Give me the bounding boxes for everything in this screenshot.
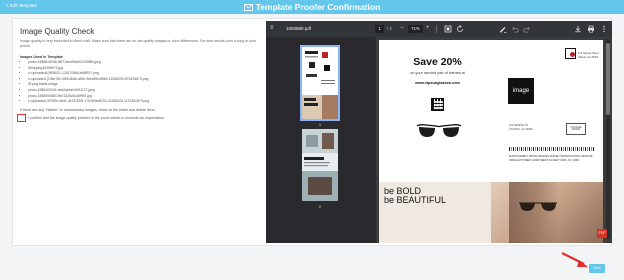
viewer-scrollbar[interactable] — [606, 39, 610, 239]
model-sunglasses-image — [519, 202, 557, 211]
thumbnail-label-1: 1 — [318, 122, 322, 127]
toolbar-divider — [436, 25, 437, 33]
scrollbar-thumb[interactable] — [606, 43, 610, 115]
confirm-checkbox[interactable] — [17, 113, 26, 122]
undo-icon[interactable] — [511, 25, 519, 33]
thumbnail-label-2: 2 — [318, 204, 322, 209]
bold-banner: be BOLD be BEAUTIFUL — [379, 182, 603, 243]
main-card: Image Quality Check Image quality is ver… — [12, 18, 612, 246]
page-thumbnail-1[interactable] — [300, 45, 340, 121]
page-thumbnail-1-preview — [302, 47, 338, 119]
image-placeholder-label: image — [512, 88, 530, 94]
redo-icon[interactable] — [523, 25, 531, 33]
model-photo-shade — [509, 182, 559, 243]
return-address: 123 Sample Street Atlanta, GA 30303 — [578, 52, 599, 59]
pdf-viewer: ≡ 1003580.pdf 1 / 2 − 71% + 1 2 Save 20%… — [266, 21, 612, 243]
app-root: < Edit Template Template Proofer Confirm… — [0, 0, 624, 280]
mailer-address: 123 SAMPLE ST ATLANTA, GA 30303 — [509, 124, 533, 131]
mailer-panel: 123 Sample Street Atlanta, GA 30303 imag… — [496, 40, 603, 182]
page-title: Image Quality Check — [20, 27, 95, 36]
confirm-label: I confirm that the image quality present… — [28, 115, 165, 120]
page-number-input[interactable]: 1 — [375, 25, 384, 33]
page-header-title: Template Proofer Confirmation — [255, 2, 381, 12]
image-list: photo-1556818238-0f6716ec96eb0243f388.jp… — [20, 60, 260, 104]
qr-code-icon — [431, 98, 444, 111]
quality-check-panel: Image Quality Check Image quality is ver… — [17, 27, 260, 123]
page-total: / 2 — [387, 26, 392, 31]
qr-pattern — [434, 101, 443, 110]
promo-panel: Save 20% on your second pair of frames a… — [379, 40, 496, 182]
postage-indicia: POSTAGE INDICIA — [566, 123, 586, 135]
zoom-input[interactable]: 71% — [408, 25, 423, 33]
pdf-badge-icon: PDF — [597, 229, 607, 238]
red-arrow-icon — [561, 252, 588, 267]
header-title-wrap: Template Proofer Confirmation — [0, 2, 624, 12]
confirm-row: I confirm that the image quality present… — [17, 113, 260, 123]
page-thumbnail-2[interactable] — [302, 129, 338, 201]
list-item: c=uploaded-3f75f3e-dbd1-4e78-82f5-1753b0… — [28, 99, 260, 105]
menu-icon[interactable]: ≡ — [270, 25, 278, 31]
pdf-filename: 1003580.pdf — [286, 26, 312, 31]
download-icon[interactable] — [574, 25, 582, 33]
pdf-toolbar: ≡ 1003580.pdf 1 / 2 − 71% + — [266, 21, 612, 37]
promo-headline: Save 20% — [413, 56, 462, 68]
print-icon[interactable] — [587, 25, 595, 33]
images-heading: Images Used In Template — [20, 55, 63, 60]
header-bar: < Edit Template Template Proofer Confirm… — [0, 0, 624, 14]
rotate-icon[interactable] — [456, 25, 464, 33]
brand-logo-icon — [565, 48, 576, 59]
annotate-icon[interactable] — [499, 25, 507, 33]
image-placeholder: image — [508, 78, 534, 104]
intro-text: Image quality is very important in direc… — [20, 39, 257, 49]
sunglasses-image — [416, 124, 462, 137]
zoom-out-button[interactable]: − — [400, 25, 404, 31]
page-thumbnail-2-preview — [302, 129, 338, 201]
template-icon — [243, 3, 253, 11]
pdf-page-preview: Save 20% on your second pair of frames a… — [379, 40, 603, 243]
promo-subline: on your second pair of frames at — [410, 71, 465, 75]
more-options-icon[interactable] — [600, 25, 608, 33]
fit-page-icon[interactable] — [444, 25, 452, 33]
recipient-address: MONTGOMERY SMITH HASKINS UNITED STATES P… — [509, 155, 593, 162]
tagline-line-2: be BEAUTIFUL — [384, 195, 447, 206]
bold-tagline: be BOLD be BEAUTIFUL — [384, 186, 447, 206]
zoom-in-button[interactable]: + — [426, 25, 430, 31]
thumbnail-sidebar: 1 2 — [266, 37, 376, 243]
barcode-icon — [509, 147, 595, 151]
next-button[interactable]: Next — [589, 264, 605, 273]
promo-site: www.vipsunglasses.com — [415, 81, 460, 85]
hidden-images-note: If there are any "hidden" or unnecessary… — [20, 107, 156, 112]
